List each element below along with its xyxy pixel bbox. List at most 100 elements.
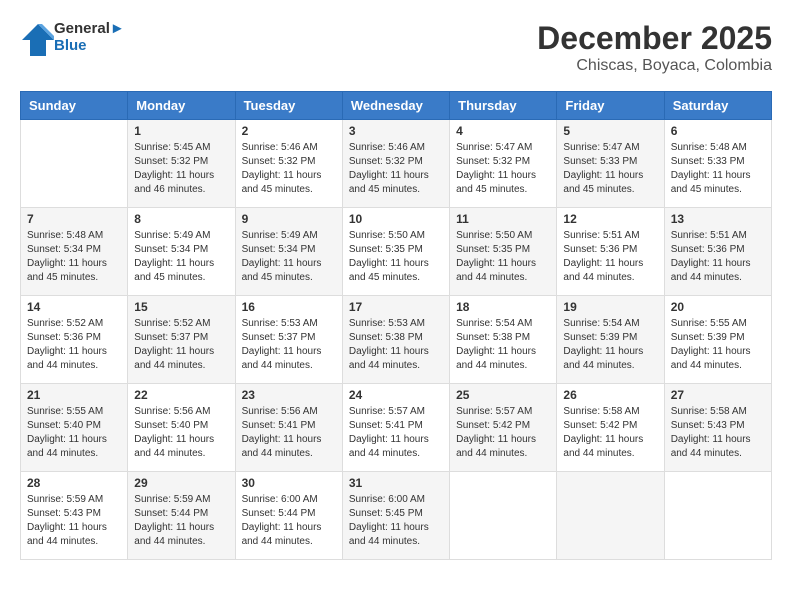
day-info: Sunrise: 5:48 AMSunset: 5:33 PMDaylight:… <box>671 141 765 197</box>
day-number: 7 <box>27 212 121 226</box>
day-info: Sunrise: 5:59 AMSunset: 5:44 PMDaylight:… <box>134 493 228 549</box>
day-info: Sunrise: 5:49 AMSunset: 5:34 PMDaylight:… <box>242 229 336 285</box>
day-number: 15 <box>134 300 228 314</box>
day-number: 3 <box>349 124 443 138</box>
calendar-cell: 21Sunrise: 5:55 AMSunset: 5:40 PMDayligh… <box>21 384 128 472</box>
day-number: 23 <box>242 388 336 402</box>
day-number: 30 <box>242 476 336 490</box>
day-number: 6 <box>671 124 765 138</box>
day-info: Sunrise: 6:00 AMSunset: 5:44 PMDaylight:… <box>242 493 336 549</box>
day-info: Sunrise: 5:56 AMSunset: 5:41 PMDaylight:… <box>242 405 336 461</box>
calendar-cell: 11 Sunrise: 5:50 AMSunset: 5:35 PMDayligh… <box>450 208 557 296</box>
day-number: 31 <box>349 476 443 490</box>
calendar-cell <box>21 120 128 208</box>
day-info: Sunrise: 5:46 AMSunset: 5:32 PMDaylight:… <box>242 141 336 197</box>
calendar-cell: 23 Sunrise: 5:56 AMSunset: 5:41 PMDayligh… <box>235 384 342 472</box>
day-number: 21 <box>27 388 121 402</box>
page-header: General► Blue December 2025 Chiscas, Boy… <box>20 20 772 75</box>
weekday-header-friday: Friday <box>557 92 664 120</box>
weekday-header-row: SundayMondayTuesdayWednesdayThursdayFrid… <box>21 92 772 120</box>
day-number: 25 <box>456 388 550 402</box>
day-number: 8 <box>134 212 228 226</box>
day-info: Sunrise: 5:52 AMSunset: 5:36 PMDaylight:… <box>27 317 121 373</box>
day-number: 2 <box>242 124 336 138</box>
calendar-cell: 13Sunrise: 5:51 AMSunset: 5:36 PMDayligh… <box>664 208 771 296</box>
day-info: Sunrise: 5:57 AMSunset: 5:41 PMDaylight:… <box>349 405 443 461</box>
day-number: 14 <box>27 300 121 314</box>
month-title: December 2025 <box>537 20 772 57</box>
day-info: Sunrise: 5:49 AMSunset: 5:34 PMDaylight:… <box>134 229 228 285</box>
day-info: Sunrise: 6:00 AMSunset: 5:45 PMDaylight:… <box>349 493 443 549</box>
calendar-cell: 20 Sunrise: 5:55 AMSunset: 5:39 PMDayligh… <box>664 296 771 384</box>
day-number: 12 <box>563 212 657 226</box>
day-number: 10 <box>349 212 443 226</box>
day-number: 16 <box>242 300 336 314</box>
logo: General► Blue <box>20 20 125 54</box>
weekday-header-monday: Monday <box>128 92 235 120</box>
day-info: Sunrise: 5:50 AMSunset: 5:35 PMDaylight:… <box>349 229 443 285</box>
calendar-cell: 16 Sunrise: 5:53 AMSunset: 5:37 PMDayligh… <box>235 296 342 384</box>
title-area: December 2025 Chiscas, Boyaca, Colombia <box>537 20 772 75</box>
weekday-header-tuesday: Tuesday <box>235 92 342 120</box>
calendar-cell: 18Sunrise: 5:54 AMSunset: 5:38 PMDayligh… <box>450 296 557 384</box>
day-number: 20 <box>671 300 765 314</box>
calendar-cell: 12 Sunrise: 5:51 AMSunset: 5:36 PMDayligh… <box>557 208 664 296</box>
day-number: 28 <box>27 476 121 490</box>
calendar-table: SundayMondayTuesdayWednesdayThursdayFrid… <box>20 91 772 560</box>
calendar-cell: 31 Sunrise: 6:00 AMSunset: 5:45 PMDayligh… <box>342 472 449 560</box>
calendar-cell: 26 Sunrise: 5:58 AMSunset: 5:42 PMDayligh… <box>557 384 664 472</box>
day-number: 24 <box>349 388 443 402</box>
calendar-cell: 8 Sunrise: 5:49 AMSunset: 5:34 PMDaylight… <box>128 208 235 296</box>
weekday-header-saturday: Saturday <box>664 92 771 120</box>
calendar-week-2: 7 Sunrise: 5:48 AMSunset: 5:34 PMDaylight… <box>21 208 772 296</box>
day-info: Sunrise: 5:57 AMSunset: 5:42 PMDaylight:… <box>456 405 550 461</box>
day-info: Sunrise: 5:47 AMSunset: 5:32 PMDaylight:… <box>456 141 550 197</box>
calendar-week-1: 1Sunrise: 5:45 AMSunset: 5:32 PMDaylight… <box>21 120 772 208</box>
weekday-header-wednesday: Wednesday <box>342 92 449 120</box>
day-info: Sunrise: 5:51 AMSunset: 5:36 PMDaylight:… <box>563 229 657 285</box>
day-number: 5 <box>563 124 657 138</box>
calendar-week-5: 28 Sunrise: 5:59 AMSunset: 5:43 PMDayligh… <box>21 472 772 560</box>
calendar-cell: 17Sunrise: 5:53 AMSunset: 5:38 PMDayligh… <box>342 296 449 384</box>
calendar-cell: 15Sunrise: 5:52 AMSunset: 5:37 PMDayligh… <box>128 296 235 384</box>
day-info: Sunrise: 5:54 AMSunset: 5:39 PMDaylight:… <box>563 317 657 373</box>
logo-icon <box>20 22 50 52</box>
calendar-cell: 28 Sunrise: 5:59 AMSunset: 5:43 PMDayligh… <box>21 472 128 560</box>
day-number: 9 <box>242 212 336 226</box>
calendar-cell: 10 Sunrise: 5:50 AMSunset: 5:35 PMDayligh… <box>342 208 449 296</box>
day-number: 1 <box>134 124 228 138</box>
day-info: Sunrise: 5:55 AMSunset: 5:39 PMDaylight:… <box>671 317 765 373</box>
calendar-week-3: 14 Sunrise: 5:52 AMSunset: 5:36 PMDayligh… <box>21 296 772 384</box>
day-info: Sunrise: 5:58 AMSunset: 5:43 PMDaylight:… <box>671 405 765 461</box>
calendar-week-4: 21Sunrise: 5:55 AMSunset: 5:40 PMDayligh… <box>21 384 772 472</box>
day-number: 22 <box>134 388 228 402</box>
day-number: 27 <box>671 388 765 402</box>
calendar-cell: 14 Sunrise: 5:52 AMSunset: 5:36 PMDayligh… <box>21 296 128 384</box>
day-info: Sunrise: 5:50 AMSunset: 5:35 PMDaylight:… <box>456 229 550 285</box>
calendar-cell: 6 Sunrise: 5:48 AMSunset: 5:33 PMDaylight… <box>664 120 771 208</box>
day-number: 19 <box>563 300 657 314</box>
day-info: Sunrise: 5:47 AMSunset: 5:33 PMDaylight:… <box>563 141 657 197</box>
calendar-cell: 22 Sunrise: 5:56 AMSunset: 5:40 PMDayligh… <box>128 384 235 472</box>
calendar-cell: 3Sunrise: 5:46 AMSunset: 5:32 PMDaylight… <box>342 120 449 208</box>
calendar-cell: 25 Sunrise: 5:57 AMSunset: 5:42 PMDayligh… <box>450 384 557 472</box>
calendar-cell: 4 Sunrise: 5:47 AMSunset: 5:32 PMDaylight… <box>450 120 557 208</box>
day-number: 26 <box>563 388 657 402</box>
day-info: Sunrise: 5:56 AMSunset: 5:40 PMDaylight:… <box>134 405 228 461</box>
calendar-cell: 29Sunrise: 5:59 AMSunset: 5:44 PMDayligh… <box>128 472 235 560</box>
day-info: Sunrise: 5:58 AMSunset: 5:42 PMDaylight:… <box>563 405 657 461</box>
calendar-cell: 19 Sunrise: 5:54 AMSunset: 5:39 PMDayligh… <box>557 296 664 384</box>
day-info: Sunrise: 5:53 AMSunset: 5:38 PMDaylight:… <box>349 317 443 373</box>
day-info: Sunrise: 5:48 AMSunset: 5:34 PMDaylight:… <box>27 229 121 285</box>
day-info: Sunrise: 5:54 AMSunset: 5:38 PMDaylight:… <box>456 317 550 373</box>
day-info: Sunrise: 5:59 AMSunset: 5:43 PMDaylight:… <box>27 493 121 549</box>
day-number: 13 <box>671 212 765 226</box>
day-number: 4 <box>456 124 550 138</box>
day-info: Sunrise: 5:53 AMSunset: 5:37 PMDaylight:… <box>242 317 336 373</box>
calendar-cell: 30 Sunrise: 6:00 AMSunset: 5:44 PMDayligh… <box>235 472 342 560</box>
calendar-cell: 1Sunrise: 5:45 AMSunset: 5:32 PMDaylight… <box>128 120 235 208</box>
calendar-cell: 7 Sunrise: 5:48 AMSunset: 5:34 PMDaylight… <box>21 208 128 296</box>
weekday-header-thursday: Thursday <box>450 92 557 120</box>
day-number: 11 <box>456 212 550 226</box>
calendar-cell: 27 Sunrise: 5:58 AMSunset: 5:43 PMDayligh… <box>664 384 771 472</box>
